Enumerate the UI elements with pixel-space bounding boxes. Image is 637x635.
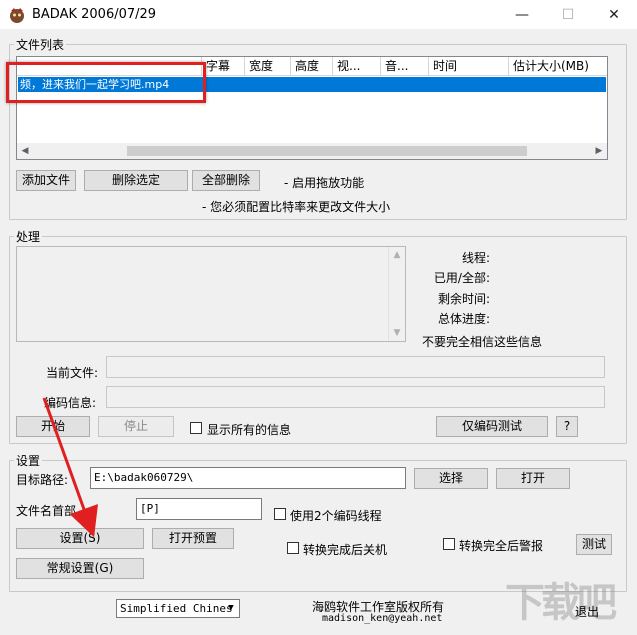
horizontal-scrollbar[interactable]: ◀ ▶ [17, 143, 607, 159]
column-header-audio[interactable]: 音... [381, 57, 429, 76]
shutdown-checkbox[interactable] [287, 542, 299, 554]
column-header-estimated-size[interactable]: 估计大小(MB) [509, 57, 607, 76]
email-text: madison_ken@yeah.net [322, 613, 443, 624]
target-path-label: 目标路径: [16, 473, 69, 487]
show-all-info-checkbox[interactable] [190, 422, 202, 434]
maximize-button[interactable]: ☐ [545, 0, 591, 30]
alarm-checkbox[interactable] [443, 538, 455, 550]
delete-selected-button[interactable]: 删除选定 [84, 170, 188, 191]
threads-label: 线程: [461, 251, 490, 265]
choose-path-button[interactable]: 选择 [414, 468, 488, 489]
scrollbar-thumb[interactable] [127, 146, 527, 156]
test-button[interactable]: 测试 [576, 534, 612, 555]
column-header-height[interactable]: 高度 [291, 57, 333, 76]
two-threads-label: 使用2个编码线程 [290, 509, 382, 523]
start-button[interactable]: 开始 [16, 416, 90, 437]
column-header-width[interactable]: 宽度 [245, 57, 291, 76]
alarm-label: 转换完全后警报 [459, 539, 544, 553]
column-header-subtitle[interactable]: 字幕 [202, 57, 245, 76]
encode-test-button[interactable]: 仅编码测试 [436, 416, 548, 437]
remaining-time-label: 剩余时间: [437, 292, 490, 306]
add-file-button[interactable]: 添加文件 [16, 170, 76, 191]
close-button[interactable]: ✕ [591, 0, 637, 30]
encode-info-field [106, 386, 605, 408]
dropdown-arrow-icon[interactable]: ▼ [223, 600, 239, 617]
shutdown-label: 转换完成后关机 [303, 543, 388, 557]
used-total-label: 已用/全部: [433, 271, 490, 285]
language-select-value: Simplified Chines [120, 602, 233, 615]
exit-button[interactable]: 退出 [566, 602, 608, 623]
current-file-label: 当前文件: [46, 366, 99, 380]
show-all-info-label: 显示所有的信息 [207, 423, 292, 437]
log-textarea[interactable]: ▲ ▼ [16, 246, 406, 342]
drag-drop-note: - 启用拖放功能 [284, 176, 365, 190]
delete-all-button[interactable]: 全部删除 [192, 170, 260, 191]
open-preset-button[interactable]: 打开预置 [152, 528, 234, 549]
open-path-button[interactable]: 打开 [496, 468, 570, 489]
minimize-button[interactable]: — [499, 0, 545, 30]
encode-info-label: 编码信息: [44, 396, 97, 410]
scroll-right-icon[interactable]: ▶ [591, 143, 607, 159]
app-logo-icon [8, 6, 26, 24]
settings-legend: 设置 [14, 452, 43, 469]
window-title: BADAK 2006/07/29 [32, 7, 157, 22]
scroll-down-icon[interactable]: ▼ [389, 325, 405, 341]
help-button[interactable]: ? [556, 416, 578, 437]
language-select[interactable]: Simplified Chines ▼ [116, 599, 240, 618]
column-header-video[interactable]: 视... [333, 57, 381, 76]
stop-button[interactable]: 停止 [98, 416, 174, 437]
processing-legend: 处理 [14, 228, 43, 245]
filename-prefix-label: 文件名首部 [16, 504, 77, 518]
two-threads-checkbox[interactable] [274, 508, 286, 520]
target-path-input[interactable]: E:\badak060729\ [90, 467, 406, 489]
title-bar: BADAK 2006/07/29 — ☐ ✕ [0, 0, 637, 30]
overall-progress-label: 总体进度: [437, 312, 490, 326]
general-settings-button[interactable]: 常规设置(G) [16, 558, 144, 579]
file-list-legend: 文件列表 [14, 36, 67, 53]
current-file-field [106, 356, 605, 378]
disclaimer-text: 不要完全相信这些信息 [422, 335, 543, 349]
column-header-time[interactable]: 时间 [429, 57, 509, 76]
annotation-highlight-box [6, 62, 206, 103]
filename-prefix-input[interactable]: [P] [136, 498, 262, 520]
scroll-left-icon[interactable]: ◀ [17, 143, 33, 159]
bitrate-note: - 您必须配置比特率来更改文件大小 [202, 200, 391, 214]
settings-button[interactable]: 设置(S) [16, 528, 144, 549]
